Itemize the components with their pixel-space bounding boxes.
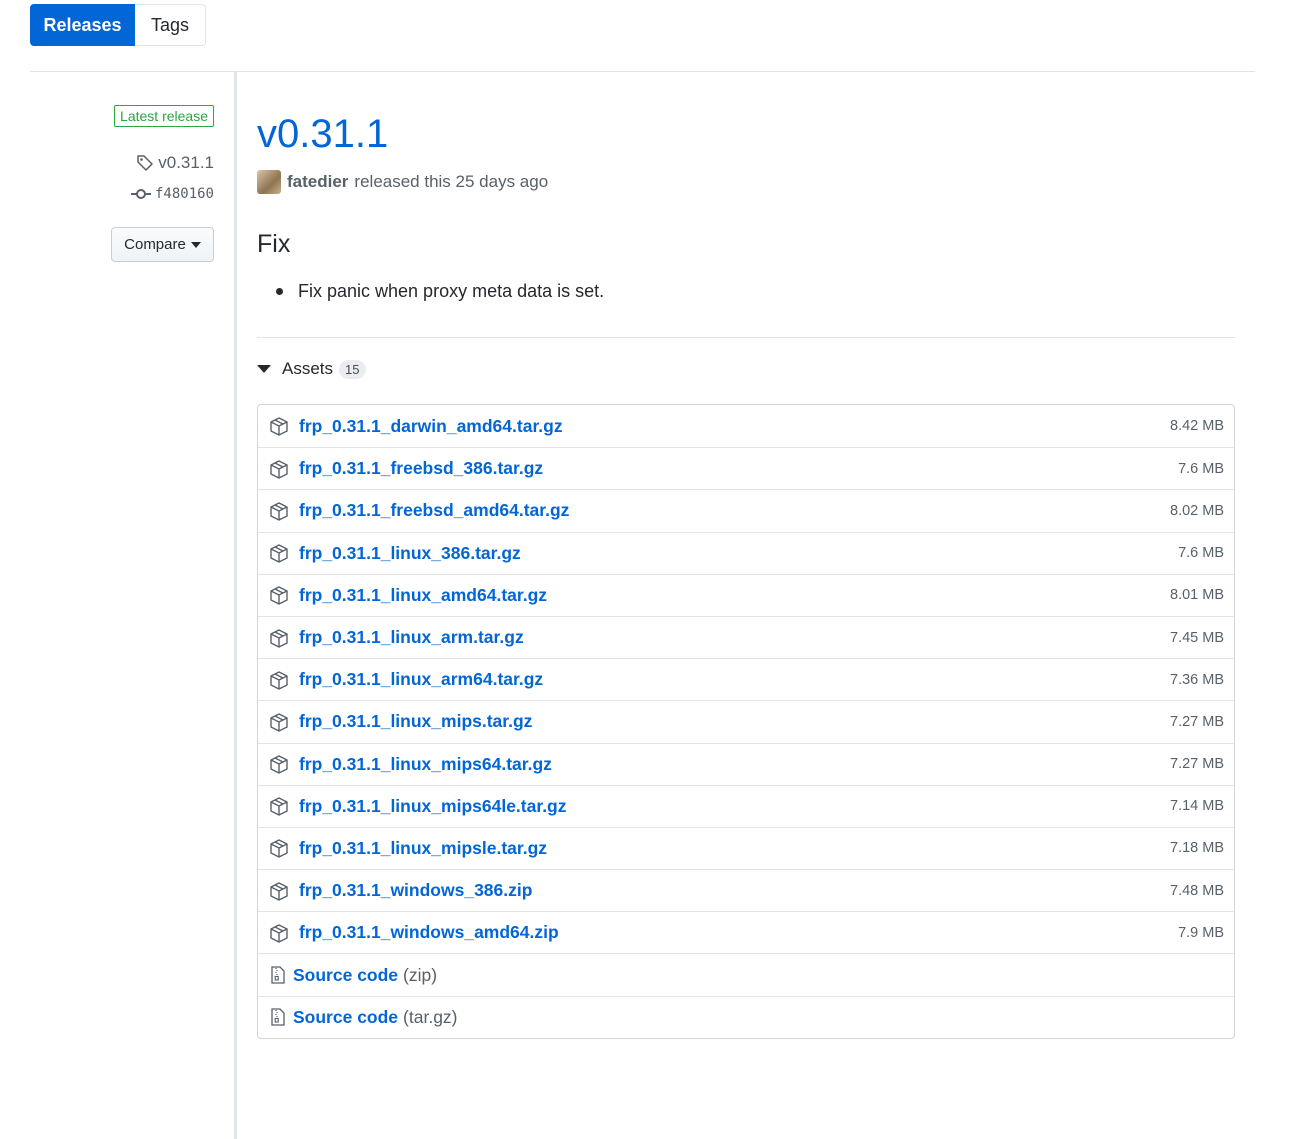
- source-code-row: Source code (zip): [258, 953, 1234, 995]
- asset-download-link[interactable]: frp_0.31.1_darwin_amd64.tar.gz: [299, 416, 563, 437]
- notes-divider: [257, 337, 1235, 338]
- package-icon: [269, 923, 289, 943]
- asset-download-link[interactable]: frp_0.31.1_linux_mips.tar.gz: [299, 711, 532, 732]
- asset-row: frp_0.31.1_linux_arm.tar.gz 7.45 MB: [258, 615, 1234, 658]
- asset-list: frp_0.31.1_darwin_amd64.tar.gz 8.42 MB frp…: [257, 404, 1235, 1039]
- tab-tags[interactable]: Tags: [135, 4, 206, 46]
- asset-row: frp_0.31.1_freebsd_amd64.tar.gz 8.02 MB: [258, 489, 1234, 531]
- package-icon: [269, 838, 289, 859]
- asset-size: 7.27 MB: [1170, 713, 1224, 730]
- package-icon: [269, 543, 289, 563]
- package-icon: [269, 628, 289, 648]
- release-time-text: released this 25 days ago: [354, 172, 549, 191]
- source-code-label[interactable]: Source code: [293, 965, 398, 985]
- asset-download-link[interactable]: frp_0.31.1_freebsd_386.tar.gz: [299, 458, 543, 479]
- asset-size: 7.18 MB: [1170, 840, 1224, 857]
- asset-size: 7.6 MB: [1178, 460, 1224, 477]
- file-zip-icon: [271, 966, 285, 984]
- asset-size: 8.42 MB: [1170, 418, 1224, 435]
- asset-row: frp_0.31.1_freebsd_386.tar.gz 7.6 MB: [258, 447, 1234, 489]
- release-tag-label[interactable]: v0.31.1: [158, 153, 214, 173]
- source-code-link[interactable]: Source code (zip): [293, 965, 437, 986]
- asset-row: frp_0.31.1_windows_386.zip 7.48 MB: [258, 869, 1234, 911]
- source-code-format[interactable]: (tar.gz): [403, 1007, 457, 1027]
- assets-toggle[interactable]: Assets 15: [257, 359, 366, 379]
- source-code-link[interactable]: Source code (tar.gz): [293, 1007, 458, 1028]
- package-icon: [269, 796, 289, 816]
- asset-row: frp_0.31.1_linux_arm64.tar.gz 7.36 MB: [258, 658, 1234, 700]
- package-icon: [269, 881, 289, 901]
- asset-row: frp_0.31.1_linux_386.tar.gz 7.6 MB: [258, 531, 1234, 574]
- triangle-down-icon: [257, 365, 271, 373]
- asset-download-link[interactable]: frp_0.31.1_linux_arm.tar.gz: [299, 627, 524, 648]
- author-link[interactable]: fatedier: [287, 172, 348, 192]
- asset-download-link[interactable]: frp_0.31.1_linux_arm64.tar.gz: [299, 669, 543, 690]
- asset-row: frp_0.31.1_linux_mipsle.tar.gz 7.18 MB: [258, 826, 1234, 869]
- asset-download-link[interactable]: frp_0.31.1_freebsd_amd64.tar.gz: [299, 500, 569, 521]
- asset-size: 7.14 MB: [1170, 798, 1224, 815]
- commit-icon: [130, 189, 151, 199]
- asset-download-link[interactable]: frp_0.31.1_windows_386.zip: [299, 880, 532, 901]
- timeline-divider: [234, 72, 237, 1139]
- asset-row: frp_0.31.1_darwin_amd64.tar.gz 8.42 MB: [258, 405, 1234, 447]
- assets-label: Assets: [282, 359, 334, 378]
- notes-heading: Fix: [257, 230, 291, 258]
- package-icon: [269, 754, 289, 774]
- avatar[interactable]: [257, 170, 281, 194]
- asset-size: 8.02 MB: [1170, 502, 1224, 519]
- package-icon: [269, 712, 289, 732]
- release-meta: fatedier released this 25 days ago: [257, 170, 548, 194]
- compare-label: Compare: [124, 236, 186, 253]
- asset-row: frp_0.31.1_linux_mips64.tar.gz 7.27 MB: [258, 742, 1234, 785]
- asset-row: frp_0.31.1_windows_amd64.zip 7.9 MB: [258, 911, 1234, 953]
- asset-row: frp_0.31.1_linux_mips.tar.gz 7.27 MB: [258, 700, 1234, 742]
- asset-size: 7.9 MB: [1178, 924, 1224, 941]
- package-icon: [269, 501, 289, 521]
- source-code-row: Source code (tar.gz): [258, 995, 1234, 1038]
- asset-size: 7.45 MB: [1170, 629, 1224, 646]
- asset-size: 7.48 MB: [1170, 882, 1224, 899]
- releases-tags-tabs: Releases Tags: [30, 4, 206, 46]
- release-note-item: Fix panic when proxy meta data is set.: [298, 281, 605, 301]
- release-tag[interactable]: v0.31.1: [136, 153, 214, 173]
- asset-size: 7.36 MB: [1170, 671, 1224, 688]
- asset-row: frp_0.31.1_linux_amd64.tar.gz 8.01 MB: [258, 573, 1234, 616]
- asset-download-link[interactable]: frp_0.31.1_linux_386.tar.gz: [299, 543, 521, 564]
- release-sidebar: Latest release v0.31.1 f480160 Compare: [30, 72, 234, 1139]
- asset-download-link[interactable]: frp_0.31.1_linux_mips64.tar.gz: [299, 754, 552, 775]
- asset-size: 7.6 MB: [1178, 545, 1224, 562]
- asset-download-link[interactable]: frp_0.31.1_linux_amd64.tar.gz: [299, 585, 547, 606]
- release-title[interactable]: v0.31.1: [257, 112, 388, 157]
- file-zip-icon: [271, 1008, 285, 1026]
- package-icon: [269, 670, 289, 690]
- caret-down-icon: [190, 241, 201, 248]
- compare-button[interactable]: Compare: [111, 227, 214, 262]
- assets-count-badge: 15: [339, 359, 366, 379]
- asset-size: 8.01 MB: [1170, 587, 1224, 604]
- asset-download-link[interactable]: frp_0.31.1_linux_mipsle.tar.gz: [299, 838, 547, 859]
- package-icon: [269, 459, 289, 479]
- latest-release-badge: Latest release: [114, 105, 214, 127]
- release-notes-list: Fix panic when proxy meta data is set.: [257, 281, 604, 302]
- asset-size: 7.27 MB: [1170, 756, 1224, 773]
- package-icon: [269, 416, 289, 436]
- asset-download-link[interactable]: frp_0.31.1_linux_mips64le.tar.gz: [299, 796, 567, 817]
- tag-icon: [137, 155, 153, 171]
- source-code-format[interactable]: (zip): [403, 965, 437, 985]
- package-icon: [269, 585, 289, 606]
- bullet-icon: [276, 288, 283, 295]
- asset-download-link[interactable]: frp_0.31.1_windows_amd64.zip: [299, 922, 559, 943]
- source-code-label[interactable]: Source code: [293, 1007, 398, 1027]
- asset-row: frp_0.31.1_linux_mips64le.tar.gz 7.14 MB: [258, 784, 1234, 827]
- tab-releases[interactable]: Releases: [30, 4, 135, 46]
- release-commit[interactable]: f480160: [130, 186, 214, 202]
- commit-hash[interactable]: f480160: [155, 186, 214, 202]
